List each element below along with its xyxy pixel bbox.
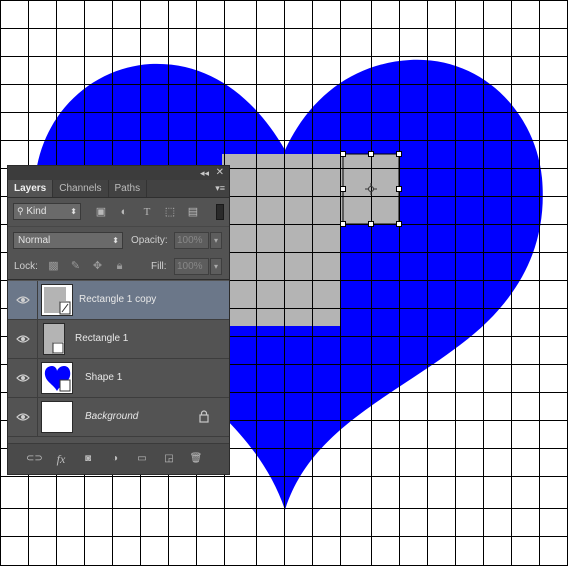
fx-icon[interactable]: fx — [53, 452, 69, 466]
smart-object-filter-icon[interactable]: ▤ — [185, 205, 201, 219]
tab-paths[interactable]: Paths — [109, 180, 148, 197]
chevron-updown-icon: ⬍ — [112, 236, 119, 245]
filter-kind-select[interactable]: ⚲ Kind ⬍ — [13, 203, 81, 220]
fill-dropdown-icon[interactable]: ▾ — [210, 258, 222, 275]
search-icon: ⚲ — [17, 206, 24, 216]
rectangle-1-shape — [222, 154, 340, 326]
layer-row-background[interactable]: Background — [8, 398, 229, 437]
trash-icon[interactable]: 🗑︎ — [188, 452, 204, 466]
folder-icon[interactable]: ▭ — [134, 452, 150, 466]
layer-row-shape-1[interactable]: Shape 1 — [8, 359, 229, 398]
layer-name[interactable]: Rectangle 1 copy — [79, 294, 156, 305]
close-panel-icon[interactable]: ✕ — [216, 166, 224, 180]
layers-panel: ◂◂ ✕ Layers Channels Paths ▾≡ ⚲ Kind ⬍ ▣… — [7, 165, 230, 475]
chevron-updown-icon: ⬍ — [70, 207, 77, 216]
lock-image-pixels-icon[interactable]: ✎ — [68, 259, 83, 273]
lock-label: Lock: — [14, 261, 38, 272]
adjustment-icon[interactable]: ◑ — [107, 452, 123, 466]
layer-thumbnail — [41, 284, 73, 316]
lock-icon — [199, 410, 209, 423]
opacity-label: Opacity: — [131, 235, 168, 246]
layer-filter-row: ⚲ Kind ⬍ ▣ ◐ T ⬚ ▤ — [8, 198, 229, 226]
layer-thumbnail — [43, 323, 65, 355]
layer-name[interactable]: Background — [85, 411, 138, 422]
opacity-dropdown-icon[interactable]: ▾ — [210, 232, 222, 249]
transform-handle[interactable] — [396, 221, 402, 227]
panel-menu-icon[interactable]: ▾≡ — [215, 180, 225, 197]
eye-icon[interactable] — [16, 333, 30, 345]
layer-thumbnail — [41, 362, 73, 394]
new-layer-icon[interactable]: ◲ — [161, 452, 177, 466]
mask-icon[interactable]: ◙ — [80, 452, 96, 466]
transform-handle[interactable] — [368, 221, 374, 227]
blend-mode-value: Normal — [18, 235, 51, 246]
layer-list: Rectangle 1 copy Rectangle 1 Shape 1 Bac… — [8, 281, 229, 446]
lock-transparent-pixels-icon[interactable]: ▩ — [46, 259, 61, 273]
panel-footer: ⊂⊃ fx ◙ ◑ ▭ ◲ 🗑︎ — [8, 443, 229, 474]
layer-name[interactable]: Shape 1 — [85, 372, 122, 383]
filter-toggle-switch[interactable] — [216, 204, 224, 220]
fill-field[interactable]: 100% — [174, 258, 209, 275]
layer-row-rectangle-1[interactable]: Rectangle 1 — [8, 320, 229, 359]
lock-position-icon[interactable]: ✥ — [90, 259, 105, 273]
layer-row-rectangle-1-copy[interactable]: Rectangle 1 copy — [8, 281, 229, 320]
blend-mode-select[interactable]: Normal ⬍ — [13, 232, 123, 249]
image-filter-icon[interactable]: ▣ — [93, 205, 109, 219]
type-filter-icon[interactable]: T — [139, 205, 155, 219]
transform-handle[interactable] — [396, 151, 402, 157]
lock-row: Lock: ▩ ✎ ✥ 🔒︎ Fill: 100% ▾ — [8, 253, 229, 280]
tab-channels[interactable]: Channels — [53, 180, 109, 197]
eye-icon[interactable] — [16, 294, 30, 306]
adjustment-filter-icon[interactable]: ◐ — [116, 205, 132, 219]
transform-handle[interactable] — [396, 186, 402, 192]
rectangle-1-copy-shape — [340, 154, 399, 224]
panel-title-bar[interactable]: ◂◂ ✕ — [8, 166, 229, 180]
panel-tabs: Layers Channels Paths ▾≡ — [8, 180, 229, 198]
layer-thumbnail — [41, 401, 73, 433]
transform-handle[interactable] — [340, 186, 346, 192]
transform-handle[interactable] — [340, 151, 346, 157]
eye-icon[interactable] — [16, 372, 30, 384]
link-layers-icon[interactable]: ⊂⊃ — [26, 452, 43, 466]
layer-name[interactable]: Rectangle 1 — [75, 333, 128, 344]
fill-label: Fill: — [151, 261, 167, 272]
filter-kind-label: Kind — [26, 206, 47, 217]
shape-filter-icon[interactable]: ⬚ — [162, 205, 178, 219]
collapse-panel-icon[interactable]: ◂◂ — [200, 166, 209, 180]
opacity-field[interactable]: 100% — [174, 232, 209, 249]
transform-handle[interactable] — [368, 151, 374, 157]
blend-row: Normal ⬍ Opacity: 100% ▾ — [8, 226, 229, 253]
tab-layers[interactable]: Layers — [8, 180, 54, 197]
transform-handle[interactable] — [340, 221, 346, 227]
eye-icon[interactable] — [16, 411, 30, 423]
lock-all-icon[interactable]: 🔒︎ — [112, 259, 127, 273]
